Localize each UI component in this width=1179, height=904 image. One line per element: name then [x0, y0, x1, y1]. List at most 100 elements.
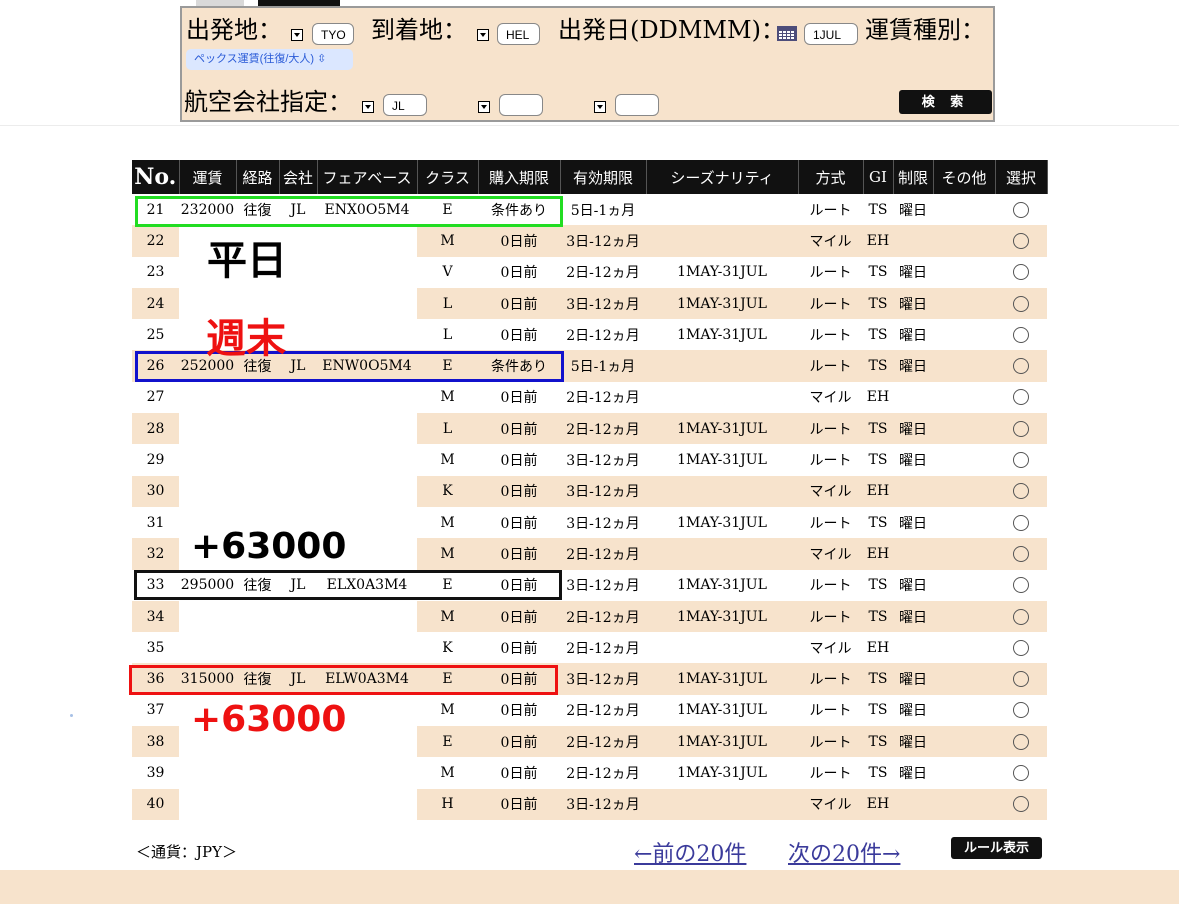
cell-restriction: 曜日: [899, 327, 927, 344]
airline-input-3[interactable]: [615, 94, 659, 116]
cell-validity: 2日-12ヵ月: [566, 265, 640, 282]
select-radio[interactable]: [1013, 358, 1029, 375]
select-radio[interactable]: [1013, 452, 1029, 469]
cell-select: [995, 413, 1047, 445]
cell-no: 30: [132, 475, 179, 507]
prev-page-link[interactable]: ←前の20件: [634, 836, 746, 868]
select-radio[interactable]: [1013, 232, 1029, 249]
cell-fare: [179, 788, 236, 820]
calendar-icon[interactable]: [777, 26, 797, 41]
weekend-fare-highlight-2: [129, 665, 558, 695]
cell-method: ルート: [809, 765, 852, 782]
cell-method: マイル: [798, 225, 863, 257]
select-radio[interactable]: [1013, 420, 1029, 437]
cell-other: [933, 600, 995, 633]
select-radio[interactable]: [1013, 201, 1029, 218]
stray-dot: [70, 714, 73, 717]
weekday-fare-highlight: [135, 196, 563, 227]
search-button[interactable]: 検 索: [899, 90, 992, 114]
cell-no: 37: [146, 702, 165, 719]
select-radio[interactable]: [1013, 796, 1029, 813]
cell-other: [933, 350, 995, 382]
cell-season: [646, 194, 798, 225]
select-radio[interactable]: [1013, 326, 1029, 343]
airline-dropdown-icon-1[interactable]: [362, 101, 374, 113]
cell-class: E: [417, 726, 478, 758]
cell-method: マイル: [798, 788, 863, 820]
cell-basis: [317, 319, 417, 351]
cell-season: [646, 788, 798, 820]
footer-band: [0, 870, 1179, 904]
cell-season: 1MAY-31JUL: [646, 413, 798, 445]
rule-display-button[interactable]: ルール表示: [951, 837, 1042, 859]
cell-season: 1MAY-31JUL: [677, 264, 767, 281]
fare-type-select[interactable]: ペックス運賃(往復/大人) ⇳: [186, 49, 353, 70]
cell-route: [236, 600, 279, 633]
origin-input[interactable]: TYO: [312, 23, 354, 45]
origin-dropdown-icon[interactable]: [291, 29, 303, 41]
table-row: 29 M 0日前 3日-12ヵ月 1MAY-31JUL ルート TS 曜日: [132, 444, 1047, 476]
cell-method: ルート: [798, 413, 863, 445]
cell-restriction: 曜日: [899, 703, 927, 720]
cell-route: [236, 381, 279, 414]
select-radio[interactable]: [1013, 514, 1029, 531]
destination-dropdown-icon[interactable]: [477, 29, 489, 41]
select-radio[interactable]: [1013, 295, 1029, 312]
select-radio[interactable]: [1013, 577, 1029, 594]
cell-no: 24: [132, 287, 179, 320]
cell-method: ルート: [809, 202, 852, 219]
cell-deadline: 0日前: [500, 765, 538, 782]
cell-no: 28: [132, 413, 179, 445]
select-radio[interactable]: [1013, 483, 1029, 500]
table-row: 30 K 0日前 3日-12ヵ月 マイル EH: [132, 475, 1047, 507]
airline-dropdown-icon-2[interactable]: [478, 101, 490, 113]
cell-fare: [179, 444, 236, 476]
cell-class: L: [417, 287, 478, 320]
cell-route: [236, 413, 279, 445]
cell-fare: [179, 600, 236, 633]
cell-validity: 2日-12ヵ月: [566, 765, 640, 782]
cell-class: K: [442, 639, 453, 656]
column-header: 有効期限: [560, 160, 647, 194]
cell-restriction: [893, 382, 933, 413]
select-radio[interactable]: [1013, 639, 1029, 656]
select-radio[interactable]: [1013, 764, 1029, 781]
next-page-link[interactable]: 次の20件→: [788, 836, 900, 868]
airline-label: 航空会社指定：: [184, 88, 352, 116]
cell-class: M: [417, 225, 478, 257]
cell-validity: 3日-12ヵ月: [566, 453, 640, 470]
select-radio[interactable]: [1013, 733, 1029, 750]
cell-select: [995, 319, 1047, 350]
airline-input-1[interactable]: JL: [383, 94, 427, 116]
cell-no: 34: [132, 600, 179, 633]
cell-gi: TS: [868, 452, 888, 469]
cell-season: 1MAY-31JUL: [646, 726, 798, 758]
departure-date-input[interactable]: 1JUL: [804, 23, 858, 45]
airline-input-2[interactable]: [499, 94, 543, 116]
cell-gi: TS: [868, 201, 888, 218]
cell-method: マイル: [809, 390, 852, 407]
cell-fare: [179, 381, 236, 414]
select-radio[interactable]: [1013, 608, 1029, 625]
select-radio[interactable]: [1013, 671, 1029, 688]
cell-validity: 2日-12ヵ月: [560, 538, 646, 570]
cell-class: M: [417, 600, 478, 633]
select-radio[interactable]: [1013, 702, 1029, 719]
select-radio[interactable]: [1013, 545, 1029, 562]
cell-restriction: 曜日: [899, 265, 927, 282]
destination-input[interactable]: HEL: [497, 23, 540, 45]
cell-deadline: 0日前: [500, 640, 538, 657]
column-header: フェアベース: [317, 160, 418, 194]
table-row: 28 L 0日前 2日-12ヵ月 1MAY-31JUL ルート TS 曜日: [132, 413, 1047, 445]
cell-restriction: [893, 538, 933, 570]
cell-other: [933, 444, 995, 475]
cell-other: [933, 788, 995, 820]
airline-dropdown-icon-3[interactable]: [594, 101, 606, 113]
select-radio[interactable]: [1013, 264, 1029, 281]
cell-no: 29: [146, 452, 165, 469]
select-radio[interactable]: [1013, 389, 1029, 406]
cell-basis: [317, 256, 417, 288]
cell-basis: [317, 287, 417, 320]
table-row: 40 H 0日前 3日-12ヵ月 マイル EH: [132, 788, 1047, 820]
cell-gi: EH: [866, 389, 890, 406]
